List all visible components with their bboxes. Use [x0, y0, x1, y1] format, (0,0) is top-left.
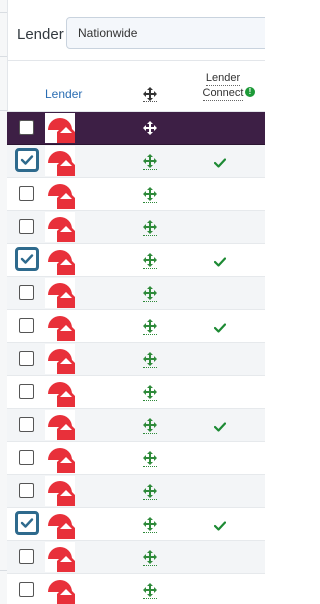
- row-checkbox[interactable]: [19, 384, 34, 399]
- lender-connect-line2: Connect: [202, 87, 244, 101]
- move-icon[interactable]: [143, 517, 157, 533]
- row-checkbox[interactable]: [19, 285, 34, 300]
- table-row[interactable]: [7, 508, 265, 541]
- lender-filter: Lender: [7, 14, 265, 56]
- row-checkbox[interactable]: [15, 247, 39, 271]
- table-row[interactable]: [7, 541, 265, 574]
- table-row[interactable]: [7, 475, 265, 508]
- move-icon[interactable]: [143, 385, 157, 401]
- lender-logo: [45, 344, 75, 374]
- row-checkbox[interactable]: [19, 219, 34, 234]
- row-checkbox[interactable]: [19, 483, 34, 498]
- row-checkbox[interactable]: [19, 318, 34, 333]
- lender-logo: [45, 113, 75, 143]
- row-checkbox[interactable]: [19, 351, 34, 366]
- row-checkbox[interactable]: [19, 450, 34, 465]
- move-icon[interactable]: [143, 121, 157, 135]
- table-row[interactable]: [7, 310, 265, 343]
- lender-logo: [45, 542, 75, 572]
- lender-logo: [45, 509, 75, 539]
- lender-logo: [45, 179, 75, 209]
- lender-logo: [45, 212, 75, 242]
- lender-filter-label: Lender: [17, 26, 64, 43]
- lender-logo: [45, 311, 75, 341]
- table-row[interactable]: [7, 376, 265, 409]
- lender-connect-line1: Lender: [205, 72, 241, 86]
- row-checkbox[interactable]: [19, 120, 34, 135]
- table-row[interactable]: [7, 145, 265, 178]
- column-header-move-icon: [143, 87, 157, 102]
- gutter-line: [0, 110, 7, 111]
- lender-filter-input[interactable]: [66, 17, 265, 49]
- move-icon[interactable]: [143, 550, 157, 566]
- move-icon[interactable]: [143, 484, 157, 500]
- row-checkbox[interactable]: [19, 186, 34, 201]
- column-header-lender-connect: Lender Connect !: [193, 71, 255, 101]
- table-row[interactable]: [7, 244, 265, 277]
- move-icon[interactable]: [143, 220, 157, 236]
- row-checkbox[interactable]: [15, 148, 39, 172]
- lender-logo: [45, 410, 75, 440]
- connect-check-icon: [213, 419, 227, 432]
- move-icon[interactable]: [143, 253, 157, 269]
- connect-check-icon: [213, 254, 227, 267]
- lender-logo: [45, 443, 75, 473]
- move-icon[interactable]: [143, 286, 157, 302]
- table-row[interactable]: [7, 343, 265, 376]
- table-row[interactable]: [7, 277, 265, 310]
- row-checkbox[interactable]: [15, 511, 39, 535]
- row-checkbox[interactable]: [19, 417, 34, 432]
- move-icon[interactable]: [143, 154, 157, 170]
- connect-check-icon: [213, 518, 227, 531]
- move-icon[interactable]: [143, 583, 157, 599]
- lender-logo: [45, 278, 75, 308]
- move-icon[interactable]: [143, 319, 157, 335]
- table-row[interactable]: [7, 178, 265, 211]
- table-body: [7, 112, 265, 604]
- table-row[interactable]: [7, 112, 265, 145]
- lender-table: Lender Lender Connect !: [7, 60, 265, 604]
- connect-check-icon: [213, 320, 227, 333]
- table-row[interactable]: [7, 211, 265, 244]
- gutter-line: [0, 570, 7, 571]
- lender-logo: [45, 245, 75, 275]
- move-icon[interactable]: [143, 187, 157, 203]
- table-header: Lender Lender Connect !: [7, 60, 265, 112]
- table-row[interactable]: [7, 409, 265, 442]
- lender-logo: [45, 575, 75, 604]
- table-row[interactable]: [7, 442, 265, 475]
- move-icon[interactable]: [143, 352, 157, 368]
- lender-panel: Lender Lender Lender Connect !: [0, 0, 265, 604]
- gutter-line: [0, 56, 7, 57]
- move-icon[interactable]: [143, 451, 157, 467]
- lender-logo: [45, 146, 75, 176]
- column-header-lender[interactable]: Lender: [45, 87, 82, 101]
- table-row[interactable]: [7, 574, 265, 604]
- lender-logo: [45, 377, 75, 407]
- row-checkbox[interactable]: [19, 582, 34, 597]
- lender-logo: [45, 476, 75, 506]
- connect-check-icon: [213, 155, 227, 168]
- move-icon[interactable]: [143, 418, 157, 434]
- info-icon[interactable]: !: [245, 87, 255, 97]
- gutter-line: [0, 12, 7, 13]
- row-checkbox[interactable]: [19, 549, 34, 564]
